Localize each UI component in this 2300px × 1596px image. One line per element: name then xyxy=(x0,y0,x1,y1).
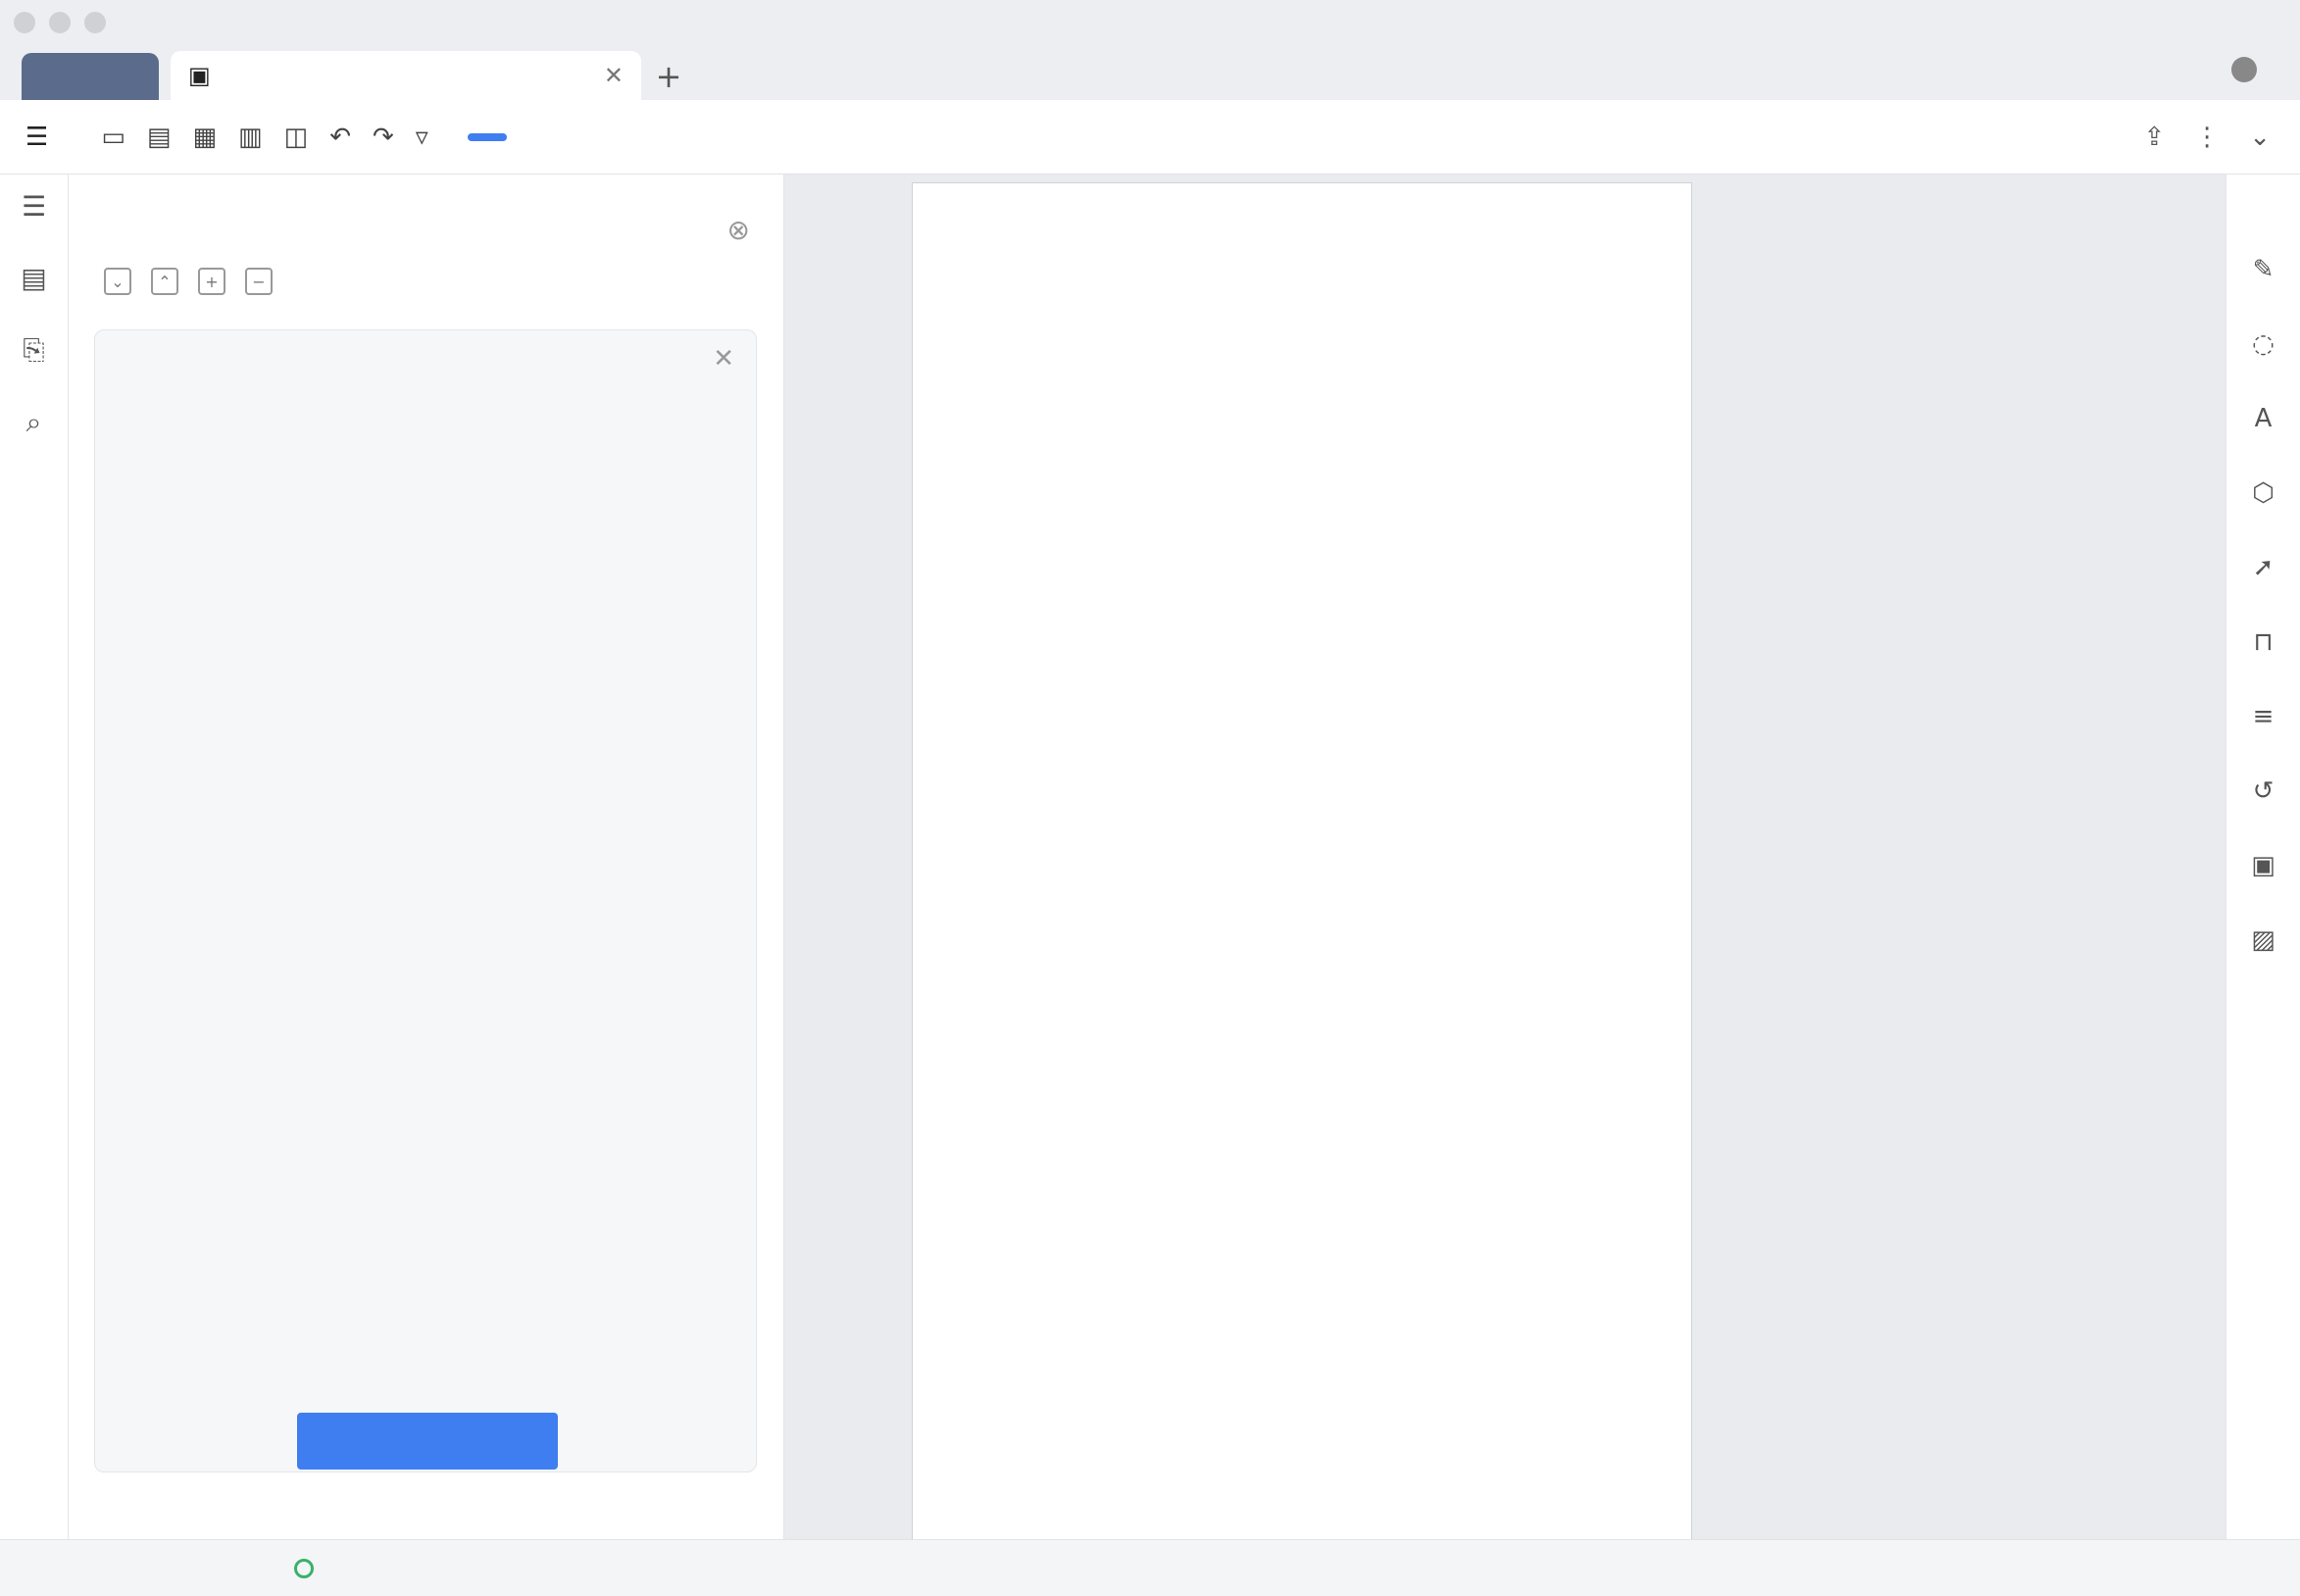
ribbon: ☰ ▭ ▤ ▦ ▥ ◫ ↶ ↷ ▿ ⇪ ⋮ ⌄ xyxy=(0,100,2300,175)
print-icon[interactable]: ▥ xyxy=(238,123,263,152)
shapes-icon[interactable]: ◌ xyxy=(2252,329,2275,359)
select-pointer-icon[interactable]: ➚ xyxy=(2253,553,2275,582)
right-rail: ✎ ◌ A ⬡ ➚ ⊓ ≡ ↺ ▣ ▨ xyxy=(2225,175,2300,1539)
ribbon-tab-2[interactable] xyxy=(628,133,668,141)
ribbon-tab-6[interactable] xyxy=(950,133,989,141)
title-bar xyxy=(0,0,2300,45)
create-outline-button[interactable] xyxy=(297,1413,558,1470)
window-controls xyxy=(14,12,106,33)
ribbon-tab-7[interactable] xyxy=(1030,133,1070,141)
share-icon[interactable]: ⇪ xyxy=(2143,123,2165,152)
ribbon-tabs xyxy=(467,132,1150,141)
tab-home[interactable] xyxy=(22,53,159,100)
spell-check-button[interactable] xyxy=(294,1558,324,1578)
customize-toolbar-icon[interactable]: ▿ xyxy=(416,123,428,152)
more-icon[interactable]: ⋮ xyxy=(2194,123,2220,152)
tab-bar: ▣ ✕ + xyxy=(0,45,2300,100)
save-icon[interactable]: ▤ xyxy=(147,123,172,152)
redo-icon[interactable]: ↷ xyxy=(373,123,394,152)
find-icon[interactable]: ⌕ xyxy=(26,406,42,439)
expand-all-icon[interactable]: ⌄ xyxy=(104,268,131,295)
ai-panel-line-1 xyxy=(95,330,756,389)
image-icon[interactable]: ▨ xyxy=(2251,925,2275,955)
outline-list xyxy=(95,389,756,413)
ai-outline-panel: ✕ xyxy=(94,329,757,1472)
collapse-all-icon[interactable]: ⌃ xyxy=(151,268,178,295)
close-outline-icon[interactable]: ⊗ xyxy=(727,214,750,246)
hamburger-icon: ☰ xyxy=(25,122,49,152)
thumbnail-panel-icon[interactable]: ▤ xyxy=(21,262,46,294)
remove-heading-icon[interactable]: − xyxy=(245,268,273,295)
close-tab-icon[interactable]: ✕ xyxy=(604,62,624,89)
export-pdf-icon[interactable]: ▦ xyxy=(192,123,217,152)
bookmark-icon[interactable]: ⎘ xyxy=(23,333,44,367)
pen-icon[interactable]: ✎ xyxy=(2253,255,2275,284)
document-page[interactable] xyxy=(912,182,1692,1539)
history-icon[interactable]: ↺ xyxy=(2253,776,2275,806)
left-rail: ☰ ▤ ⎘ ⌕ xyxy=(0,175,69,1539)
new-tab-button[interactable]: + xyxy=(641,53,696,100)
collapse-ribbon-icon[interactable]: ⌄ xyxy=(2249,123,2271,152)
print-preview-icon[interactable]: ◫ xyxy=(284,123,309,152)
lock-icon[interactable]: ⊓ xyxy=(2253,627,2273,657)
text-style-icon[interactable]: A xyxy=(2255,404,2273,433)
check-circle-icon xyxy=(294,1558,314,1578)
ribbon-tab-4[interactable] xyxy=(789,133,828,141)
ribbon-tab-1[interactable] xyxy=(548,133,587,141)
account[interactable] xyxy=(2231,57,2267,82)
ribbon-tab-3[interactable] xyxy=(709,133,748,141)
zoom-window-button[interactable] xyxy=(84,12,106,33)
open-folder-icon[interactable]: ▭ xyxy=(101,123,125,152)
ribbon-tab-0[interactable] xyxy=(467,132,507,141)
outline-panel-icon[interactable]: ☰ xyxy=(22,190,46,223)
quick-access-toolbar: ▭ ▤ ▦ ▥ ◫ ↶ ↷ ▿ xyxy=(101,123,428,152)
ribbon-tab-8[interactable] xyxy=(1111,133,1150,141)
image-person-icon[interactable]: ▣ xyxy=(2251,851,2275,880)
outline-sidebar: ⊗ ⌄ ⌃ + − ✕ xyxy=(69,175,784,1539)
shield-icon[interactable]: ⬡ xyxy=(2252,478,2275,508)
close-ai-panel-icon[interactable]: ✕ xyxy=(713,344,734,374)
ribbon-right-tools: ⇪ ⋮ ⌄ xyxy=(2143,123,2271,152)
file-menu[interactable]: ☰ xyxy=(25,123,62,152)
add-heading-icon[interactable]: + xyxy=(198,268,225,295)
document-canvas[interactable] xyxy=(784,175,2225,1539)
status-bar xyxy=(0,1539,2300,1596)
adjust-icon[interactable]: ≡ xyxy=(2253,702,2275,731)
undo-icon[interactable]: ↶ xyxy=(329,123,351,152)
word-doc-icon: ▣ xyxy=(188,62,211,89)
close-window-button[interactable] xyxy=(14,12,35,33)
tab-document[interactable]: ▣ ✕ xyxy=(171,51,641,100)
ribbon-tab-5[interactable] xyxy=(870,133,909,141)
avatar xyxy=(2231,57,2257,82)
outline-tools: ⌄ ⌃ + − xyxy=(69,246,783,295)
minimize-window-button[interactable] xyxy=(49,12,71,33)
